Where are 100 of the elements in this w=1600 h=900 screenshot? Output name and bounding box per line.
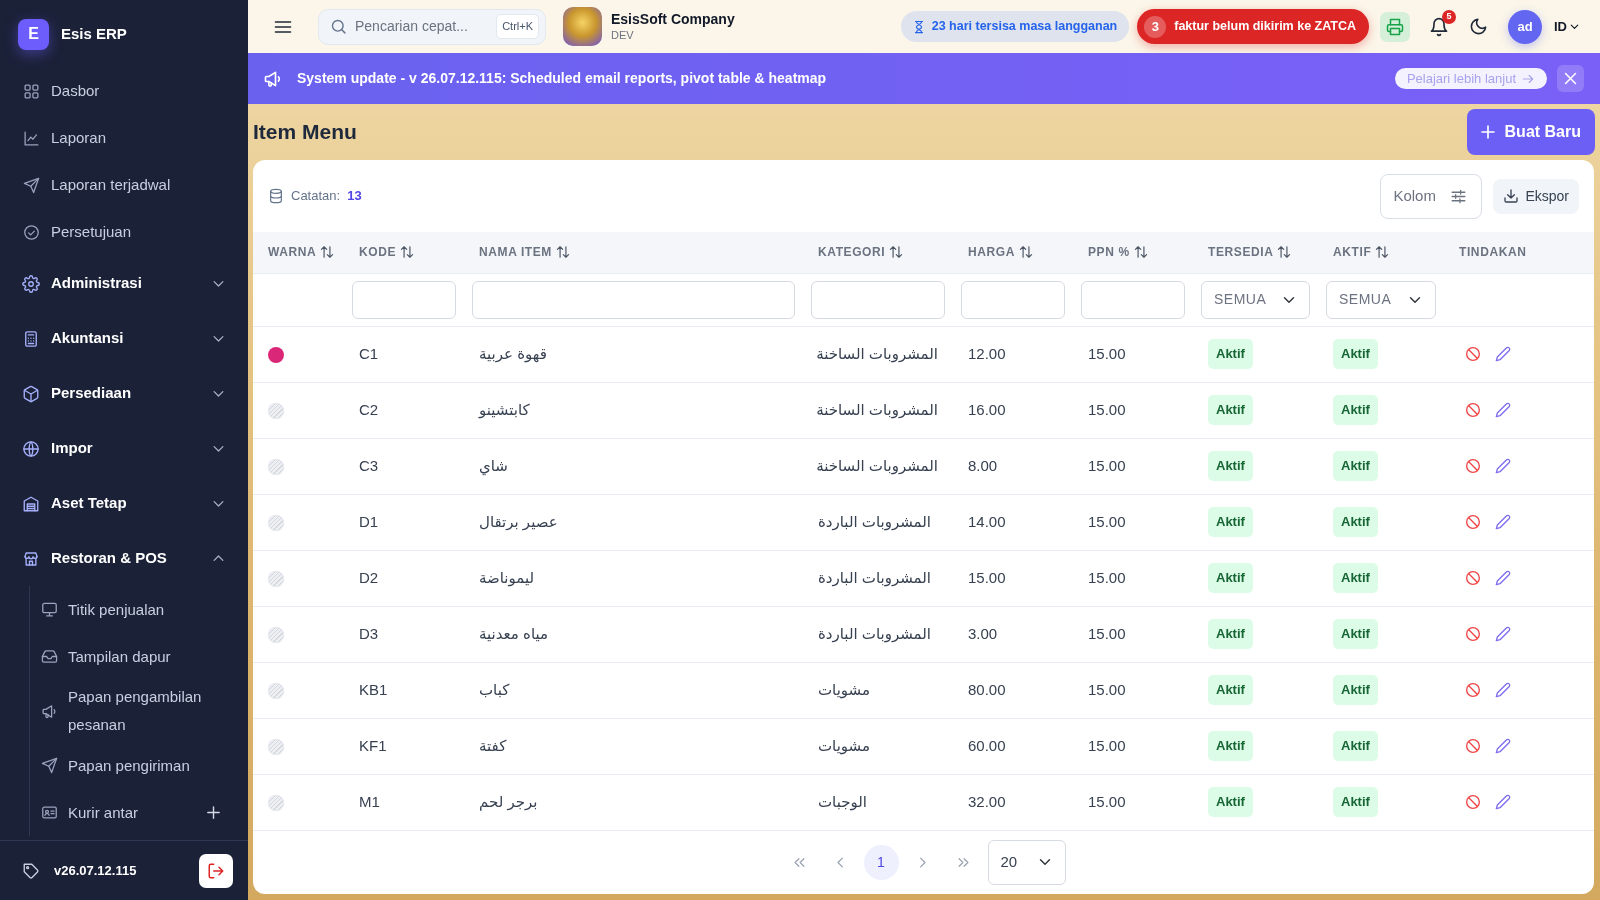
- table-cell: المشروبات الساخنة: [803, 438, 953, 494]
- no-color-icon: [268, 682, 284, 699]
- nav-group[interactable]: Restoran & POS: [0, 531, 248, 586]
- table-cell: 15.00: [1073, 382, 1193, 438]
- subscription-pill[interactable]: 23 hari tersisa masa langganan: [900, 11, 1130, 42]
- filter-input[interactable]: [1081, 280, 1185, 319]
- search-icon: [330, 18, 347, 35]
- pencil-icon[interactable]: [1495, 682, 1511, 698]
- status-badge: Aktif: [1333, 675, 1378, 705]
- ban-icon[interactable]: [1465, 570, 1481, 586]
- page-size-select[interactable]: 20: [987, 839, 1066, 885]
- columns-button[interactable]: Kolom: [1380, 173, 1483, 219]
- status-badge: Aktif: [1208, 787, 1253, 817]
- ban-icon[interactable]: [1465, 626, 1481, 642]
- table-cell: 12.00: [953, 326, 1073, 382]
- language-dropdown[interactable]: ID: [1554, 16, 1580, 37]
- table-cell: برجر لحم: [464, 774, 803, 830]
- status-badge: Aktif: [1333, 451, 1378, 481]
- ban-icon[interactable]: [1465, 346, 1481, 362]
- nav-link[interactable]: Laporan terjadwal: [0, 162, 248, 209]
- table-cell: 15.00: [1073, 606, 1193, 662]
- status-badge: Aktif: [1208, 731, 1253, 761]
- pencil-icon[interactable]: [1495, 626, 1511, 642]
- table-cell: 32.00: [953, 774, 1073, 830]
- paper-plane-icon: [41, 757, 58, 774]
- user-avatar[interactable]: ad: [1508, 9, 1542, 44]
- table-cell: 16.00: [953, 382, 1073, 438]
- table-cell: عصير برتقال: [464, 494, 803, 550]
- monitor-icon: [41, 601, 58, 618]
- ban-icon[interactable]: [1465, 402, 1481, 418]
- filter-select[interactable]: SEMUA: [1326, 280, 1436, 319]
- logout-button[interactable]: [199, 853, 233, 888]
- table-cell: كابتشينو: [464, 382, 803, 438]
- no-color-icon: [268, 570, 284, 587]
- filter-input[interactable]: [811, 280, 945, 319]
- nav-link[interactable]: Tampilan dapur: [30, 633, 222, 680]
- table-cell: 15.00: [1073, 494, 1193, 550]
- no-color-icon: [268, 514, 284, 531]
- table-cell: 15.00: [1073, 718, 1193, 774]
- nav-link[interactable]: Papan pengambilan pesanan: [30, 680, 222, 742]
- close-button[interactable]: [1557, 65, 1584, 92]
- database-icon: [268, 188, 284, 204]
- app-name: Esis ERP: [61, 23, 127, 44]
- nav-group[interactable]: Impor: [0, 421, 248, 476]
- add-button[interactable]: [205, 804, 222, 821]
- nav-link[interactable]: Papan pengiriman: [30, 742, 222, 789]
- table-cell: شاي: [464, 438, 803, 494]
- nav-group[interactable]: Aset Tetap: [0, 476, 248, 531]
- page-title: Item Menu: [253, 119, 357, 145]
- create-button[interactable]: Buat Baru: [1466, 109, 1595, 155]
- pencil-icon[interactable]: [1495, 514, 1511, 530]
- ban-icon[interactable]: [1465, 458, 1481, 474]
- table-cell: KB1: [344, 662, 464, 718]
- search-input[interactable]: Pencarian cepat...: [355, 16, 489, 37]
- filter-input[interactable]: [352, 280, 456, 319]
- ban-icon[interactable]: [1465, 794, 1481, 810]
- inbox-icon: [41, 648, 58, 665]
- zatca-alert-pill[interactable]: 3 faktur belum dikirim ke ZATCA: [1137, 9, 1369, 44]
- nav-link[interactable]: Dasbor: [0, 68, 248, 115]
- ban-icon[interactable]: [1465, 682, 1481, 698]
- column-header[interactable]: NAMA ITEM: [479, 243, 570, 262]
- pencil-icon[interactable]: [1495, 738, 1511, 754]
- pencil-icon[interactable]: [1495, 794, 1511, 810]
- ban-icon[interactable]: [1465, 738, 1481, 754]
- pencil-icon[interactable]: [1495, 346, 1511, 362]
- records-count: 13: [347, 187, 362, 206]
- moon-icon[interactable]: [1469, 17, 1488, 36]
- print-button[interactable]: [1380, 11, 1410, 42]
- status-badge: Aktif: [1333, 395, 1378, 425]
- table-cell: KF1: [344, 718, 464, 774]
- export-button[interactable]: Ekspor: [1493, 178, 1579, 214]
- page-button[interactable]: 1: [863, 844, 899, 880]
- ban-icon[interactable]: [1465, 514, 1481, 530]
- table-cell: كفتة: [464, 718, 803, 774]
- table-cell: 60.00: [953, 718, 1073, 774]
- table-cell: M1: [344, 774, 464, 830]
- status-badge: Aktif: [1208, 675, 1253, 705]
- notification-count: 5: [1442, 9, 1456, 24]
- nav-link[interactable]: Titik penjualan: [30, 586, 222, 633]
- filter-input[interactable]: [961, 280, 1065, 319]
- nav-link[interactable]: Persetujuan: [0, 209, 248, 256]
- pencil-icon[interactable]: [1495, 402, 1511, 418]
- status-badge: Aktif: [1208, 507, 1253, 537]
- filter-input[interactable]: [472, 280, 795, 319]
- search-field[interactable]: Pencarian cepat... Ctrl+K: [318, 8, 546, 45]
- nav-link[interactable]: Laporan: [0, 115, 248, 162]
- filter-select[interactable]: SEMUA: [1201, 280, 1310, 319]
- status-badge: Aktif: [1208, 619, 1253, 649]
- pencil-icon[interactable]: [1495, 458, 1511, 474]
- table-cell: C2: [344, 382, 464, 438]
- nav-group[interactable]: Persediaan: [0, 366, 248, 421]
- table-cell: 14.00: [953, 494, 1073, 550]
- download-icon: [1503, 188, 1520, 204]
- table-cell: 3.00: [953, 606, 1073, 662]
- nav-group[interactable]: Akuntansi: [0, 311, 248, 366]
- pencil-icon[interactable]: [1495, 570, 1511, 586]
- nav-group[interactable]: Administrasi: [0, 256, 248, 311]
- nav-link[interactable]: Kurir antar: [30, 789, 205, 836]
- logo-tile: E: [18, 18, 49, 50]
- table-cell: المشروبات الباردة: [803, 606, 953, 662]
